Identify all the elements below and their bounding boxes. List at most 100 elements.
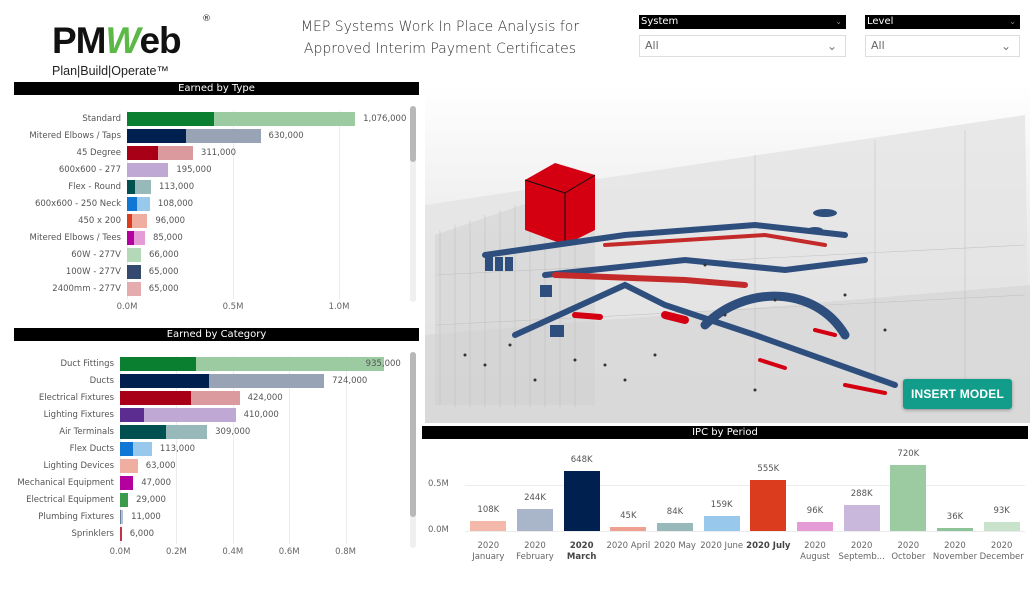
ipc-by-period-chart: 0.0M 0.5M 108K 2020 January 244K 2020 February 6… xyxy=(425,445,1030,590)
period-bar[interactable] xyxy=(750,479,787,531)
bar-value-label: 630,000 xyxy=(268,131,304,141)
bar-row[interactable]: 600x600 - 277 195,000 xyxy=(59,162,381,179)
period-bar[interactable] xyxy=(563,471,600,531)
period-bar[interactable] xyxy=(890,464,927,531)
bar-category-label: Mitered Elbows / Tees xyxy=(29,233,121,243)
bar-row[interactable]: 600x600 - 250 Neck 108,000 xyxy=(35,196,381,213)
bar-value-label: 85,000 xyxy=(153,233,183,243)
bar-value-label: 311,000 xyxy=(200,148,237,158)
period-value-label: 36K xyxy=(946,511,964,522)
system-dropdown[interactable]: All ⌄ xyxy=(639,35,846,57)
level-dropdown[interactable]: All ⌄ xyxy=(865,35,1020,57)
period-category-label: 2020 February xyxy=(516,541,554,563)
bar-value-label: 113,000 xyxy=(158,182,195,192)
period-label-line2: December xyxy=(979,552,1024,562)
period-label-line1: 2020 May xyxy=(654,541,696,551)
bar-category-label: Lighting Fixtures xyxy=(43,410,114,420)
bar-row[interactable]: Flex - Round 113,000 xyxy=(68,179,381,196)
bar-row[interactable]: 100W - 277V 65,000 xyxy=(66,264,381,281)
bar-highlighted[interactable] xyxy=(120,527,122,541)
period-bar[interactable] xyxy=(983,522,1020,531)
bar-row[interactable]: Air Terminals 309,000 xyxy=(59,424,402,441)
bar-category-label: 60W - 277V xyxy=(71,250,121,260)
bar-category-label: 600x600 - 250 Neck xyxy=(34,199,121,209)
bar-row[interactable]: Lighting Devices 63,000 xyxy=(43,458,402,475)
bar-row[interactable]: Standard 1,076,000 xyxy=(82,111,406,128)
period-bar[interactable] xyxy=(470,521,507,531)
scrollbar-thumb[interactable] xyxy=(410,106,416,162)
bar-highlighted[interactable] xyxy=(120,493,129,507)
period-value-label: 108K xyxy=(477,505,500,516)
bar-highlighted[interactable] xyxy=(127,197,137,211)
chevron-down-icon: ⌄ xyxy=(1000,39,1011,53)
bar-highlighted[interactable] xyxy=(127,129,187,143)
bar-row[interactable]: Mitered Elbows / Tees 85,000 xyxy=(29,230,381,247)
bar-row[interactable]: Mechanical Equipment 47,000 xyxy=(17,475,402,492)
bar-highlighted[interactable] xyxy=(120,357,196,371)
scrollbar-thumb[interactable] xyxy=(410,352,416,517)
bim-model-viewer[interactable] xyxy=(425,85,1030,423)
period-bar[interactable] xyxy=(937,527,973,531)
earned-by-category-scrollbar[interactable] xyxy=(410,352,416,548)
period-bar[interactable] xyxy=(610,526,647,531)
period-label-line1: 2020 xyxy=(477,541,500,551)
bar-row[interactable]: Flex Ducts 113,000 xyxy=(70,441,402,458)
earned-by-type-chart: 0.0M 0.5M 1.0M Standard 1,076,000 Mitered Elb… xyxy=(29,111,406,312)
bar-row[interactable]: 45 Degree 311,000 xyxy=(77,145,381,162)
bar-highlighted[interactable] xyxy=(120,442,134,456)
bar-row[interactable]: Sprinklers 6,000 xyxy=(72,526,402,543)
bar-value-label: 65,000 xyxy=(148,267,179,277)
x-axis-tick: 0.5M xyxy=(222,302,244,312)
y-axis-tick: 0.5M xyxy=(428,479,449,489)
period-bar[interactable] xyxy=(843,504,880,531)
report-title-line2: Approved Interim Payment Certificates xyxy=(303,41,577,57)
period-label-line1: 2020 xyxy=(524,541,546,551)
bar-row[interactable]: Plumbing Fixtures 11,000 xyxy=(38,509,402,526)
period-value-label: 159K xyxy=(710,500,733,511)
bar-highlighted[interactable] xyxy=(120,408,144,422)
period-bar[interactable] xyxy=(517,508,553,531)
bar-highlighted[interactable] xyxy=(127,146,158,160)
bar-row[interactable]: Duct Fittings 935,000 xyxy=(60,356,402,373)
bar-total[interactable] xyxy=(127,282,141,296)
bar-row[interactable]: Electrical Fixtures 424,000 xyxy=(39,390,402,407)
x-axis-tick: 0.0M xyxy=(109,547,131,557)
bar-category-label: Ducts xyxy=(89,376,114,386)
bar-total[interactable] xyxy=(127,248,141,262)
bar-row[interactable]: Lighting Fixtures 410,000 xyxy=(44,407,402,424)
bar-row[interactable]: 2400mm - 277V 65,000 xyxy=(52,281,381,298)
bar-highlighted[interactable] xyxy=(120,391,191,405)
level-slicer-header[interactable]: Level ⌄ xyxy=(865,15,1020,29)
bar-highlighted[interactable] xyxy=(127,214,133,228)
bar-row[interactable]: 60W - 277V 66,000 xyxy=(71,247,381,264)
bar-value-label: 935,000 xyxy=(365,359,401,369)
x-axis-tick: 1.0M xyxy=(328,302,350,312)
bar-row[interactable]: 450 x 200 96,000 xyxy=(78,213,381,230)
gridline xyxy=(465,485,1025,486)
bar-highlighted[interactable] xyxy=(120,476,134,490)
period-category-label: 2020 August xyxy=(800,541,830,563)
bar-total[interactable] xyxy=(127,163,169,177)
period-bar[interactable] xyxy=(797,522,833,531)
period-bar[interactable] xyxy=(703,516,740,531)
bar-highlighted[interactable] xyxy=(120,374,209,388)
bar-row[interactable]: Electrical Equipment 29,000 xyxy=(26,492,402,509)
bar-value-label: 410,000 xyxy=(243,410,279,420)
bar-highlighted[interactable] xyxy=(120,425,166,439)
bar-row[interactable]: Ducts 724,000 xyxy=(90,373,402,390)
bar-row[interactable]: Mitered Elbows / Taps 630,000 xyxy=(29,128,381,145)
bar-category-label: Mechanical Equipment xyxy=(17,478,114,488)
bar-highlighted[interactable] xyxy=(127,112,214,126)
bar-highlighted[interactable] xyxy=(120,510,122,524)
system-slicer-header[interactable]: System ⌄ xyxy=(639,15,846,29)
bar-value-label: 108,000 xyxy=(157,199,194,209)
earned-by-type-scrollbar[interactable] xyxy=(410,106,416,302)
bar-value-label: 47,000 xyxy=(141,478,171,488)
bar-value-label: 66,000 xyxy=(148,250,179,260)
insert-model-button[interactable]: INSERT MODEL xyxy=(903,379,1012,409)
bar-highlighted[interactable] xyxy=(127,231,135,245)
bar-highlighted[interactable] xyxy=(127,265,141,279)
bar-highlighted[interactable] xyxy=(127,180,136,194)
bar-total[interactable] xyxy=(120,459,138,473)
period-bar[interactable] xyxy=(657,523,693,531)
